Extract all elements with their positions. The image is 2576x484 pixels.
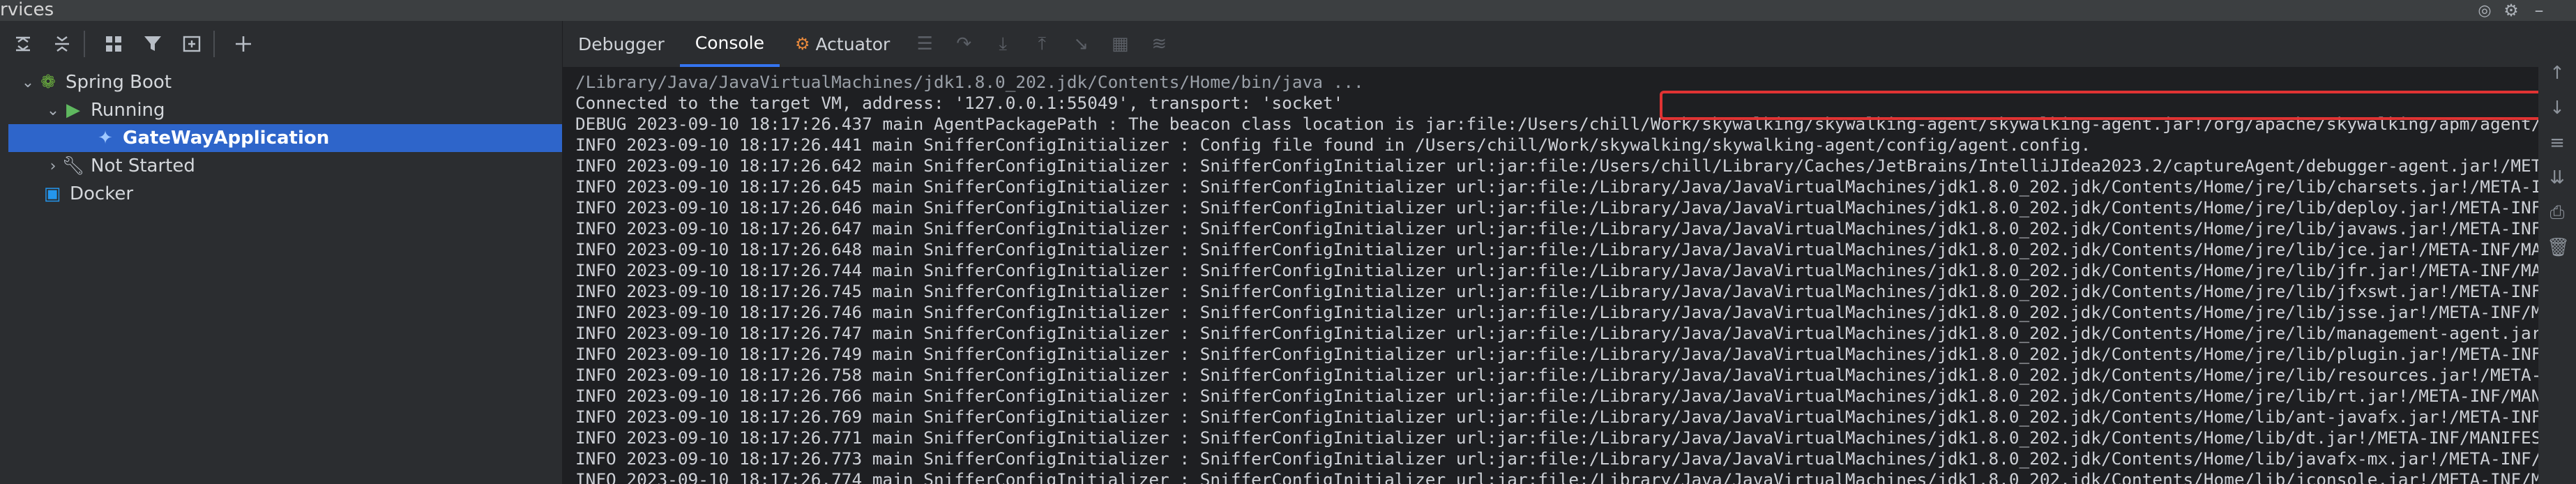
run-panel: Debugger Console ⚙ Actuator ☰ ↷ ⤓ ⤒ ↘ ▦ … (563, 21, 2576, 484)
trace-icon[interactable]: ≋ (1144, 29, 1174, 59)
tab-debugger[interactable]: Debugger (563, 21, 680, 67)
console-line: INFO 2023-09-10 18:17:26.747 main Sniffe… (575, 323, 2545, 343)
evaluate-icon[interactable]: ▦ (1105, 29, 1135, 59)
chevron-down-icon[interactable]: ⌄ (45, 102, 61, 119)
expand-all-icon[interactable] (7, 28, 39, 60)
highlight-annotation (1660, 91, 2545, 120)
left-gutter (0, 21, 8, 484)
tab-label: Actuator (815, 33, 891, 54)
chevron-right-icon[interactable]: › (45, 158, 61, 175)
console-line: INFO 2023-09-10 18:17:26.769 main Sniffe… (575, 407, 2545, 427)
console-line: INFO 2023-09-10 18:17:26.749 main Sniffe… (575, 344, 2545, 364)
collapse-all-icon[interactable] (46, 28, 78, 60)
tab-actuator[interactable]: ⚙ Actuator (780, 21, 905, 67)
tab-label: Console (695, 32, 764, 53)
console-line: INFO 2023-09-10 18:17:26.774 main Sniffe… (575, 469, 2545, 484)
toolbar-divider (84, 31, 85, 57)
console-line: INFO 2023-09-10 18:17:26.441 main Sniffe… (575, 135, 2091, 155)
step-into-icon[interactable]: ⤓ (987, 29, 1018, 59)
docker-icon: ▣ (43, 183, 61, 204)
app-icon: ✦ (98, 128, 113, 149)
console-line: INFO 2023-09-10 18:17:26.773 main Sniffe… (575, 448, 2545, 469)
toolbar-divider (213, 31, 215, 57)
step-over-icon[interactable]: ↷ (948, 29, 979, 59)
tree-item-label: Not Started (91, 156, 195, 176)
tree-item-gatewayapplication[interactable]: ✦ GateWayApplication (0, 124, 562, 152)
scroll-to-end-icon[interactable]: ⇊ (2547, 167, 2568, 188)
new-tab-icon[interactable] (176, 28, 208, 60)
console-line: /Library/Java/JavaVirtualMachines/jdk1.8… (575, 72, 1364, 92)
console-line: INFO 2023-09-10 18:17:26.647 main Sniffe… (575, 218, 2545, 239)
group-icon[interactable] (98, 28, 130, 60)
tree-item-spring-boot[interactable]: ⌄ ❁ Spring Boot (0, 68, 562, 96)
chevron-down-icon[interactable]: ⌄ (20, 74, 36, 91)
title-bar-actions: ◎ ⚙ – (2472, 0, 2553, 21)
console-line: Connected to the target VM, address: '12… (575, 93, 1344, 113)
console-line: INFO 2023-09-10 18:17:26.648 main Sniffe… (575, 239, 2545, 259)
console-side-toolbar: ↑ ↓ ≡ ⇊ ⎙ 🗑︎ (2538, 21, 2576, 484)
tree-item-label: GateWayApplication (123, 128, 330, 149)
target-icon[interactable]: ◎ (2472, 2, 2497, 20)
gear-icon[interactable]: ⚙ (2497, 1, 2525, 20)
console-line: INFO 2023-09-10 18:17:26.758 main Sniffe… (575, 365, 2545, 385)
ide-window: rvices ◎ ⚙ – ⌄ ❁ Spring Boot ⌄ ▶ Running… (0, 0, 2576, 484)
window-title: rvices (0, 0, 54, 20)
scroll-up-icon[interactable]: ↑ (2547, 63, 2568, 84)
tab-label: Debugger (578, 33, 665, 54)
spring-boot-icon: ❁ (40, 72, 56, 93)
console-line: INFO 2023-09-10 18:17:26.744 main Sniffe… (575, 260, 2545, 280)
actuator-icon: ⚙ (795, 34, 810, 54)
console-line: INFO 2023-09-10 18:17:26.771 main Sniffe… (575, 428, 2545, 448)
tree-item-label: Spring Boot (66, 72, 172, 93)
print-icon[interactable]: ⎙ (2547, 202, 2568, 223)
console-line: INFO 2023-09-10 18:17:26.646 main Sniffe… (575, 197, 2545, 218)
step-out-icon[interactable]: ⤒ (1026, 29, 1057, 59)
console-line: INFO 2023-09-10 18:17:26.645 main Sniffe… (575, 176, 2545, 197)
run-icon: ▶ (66, 100, 80, 121)
scroll-down-icon[interactable]: ↓ (2547, 98, 2568, 119)
soft-wrap-icon[interactable]: ≡ (2547, 133, 2568, 153)
add-icon[interactable] (227, 28, 259, 60)
wrench-icon: 🔧︎ (61, 156, 85, 176)
console-line: INFO 2023-09-10 18:17:26.746 main Sniffe… (575, 302, 2545, 322)
minimize-icon[interactable]: – (2525, 0, 2553, 21)
console-line: INFO 2023-09-10 18:17:26.745 main Sniffe… (575, 281, 2545, 301)
title-bar: rvices ◎ ⚙ – (0, 0, 2576, 22)
tree-item-running[interactable]: ⌄ ▶ Running (0, 96, 562, 124)
tree-item-not-started[interactable]: › 🔧︎ Not Started (0, 152, 562, 180)
run-tabs: Debugger Console ⚙ Actuator ☰ ↷ ⤓ ⤒ ↘ ▦ … (563, 21, 2576, 68)
menu-icon[interactable]: ☰ (909, 29, 940, 59)
services-toolbar (0, 21, 562, 67)
console-line: INFO 2023-09-10 18:17:26.766 main Sniffe… (575, 386, 2545, 406)
services-panel: ⌄ ❁ Spring Boot ⌄ ▶ Running ✦ GateWayApp… (0, 21, 563, 484)
tree-item-label: Docker (70, 183, 134, 204)
tree-item-label: Running (91, 100, 165, 121)
tab-console[interactable]: Console (679, 21, 780, 67)
clear-icon[interactable]: 🗑︎ (2547, 237, 2570, 258)
console-output[interactable]: /Library/Java/JavaVirtualMachines/jdk1.8… (563, 68, 2545, 484)
tree-item-docker[interactable]: ▣ Docker (0, 180, 562, 208)
run-to-cursor-icon[interactable]: ↘ (1066, 29, 1096, 59)
filter-icon[interactable] (137, 28, 169, 60)
console-line: INFO 2023-09-10 18:17:26.642 main Sniffe… (575, 156, 2545, 176)
